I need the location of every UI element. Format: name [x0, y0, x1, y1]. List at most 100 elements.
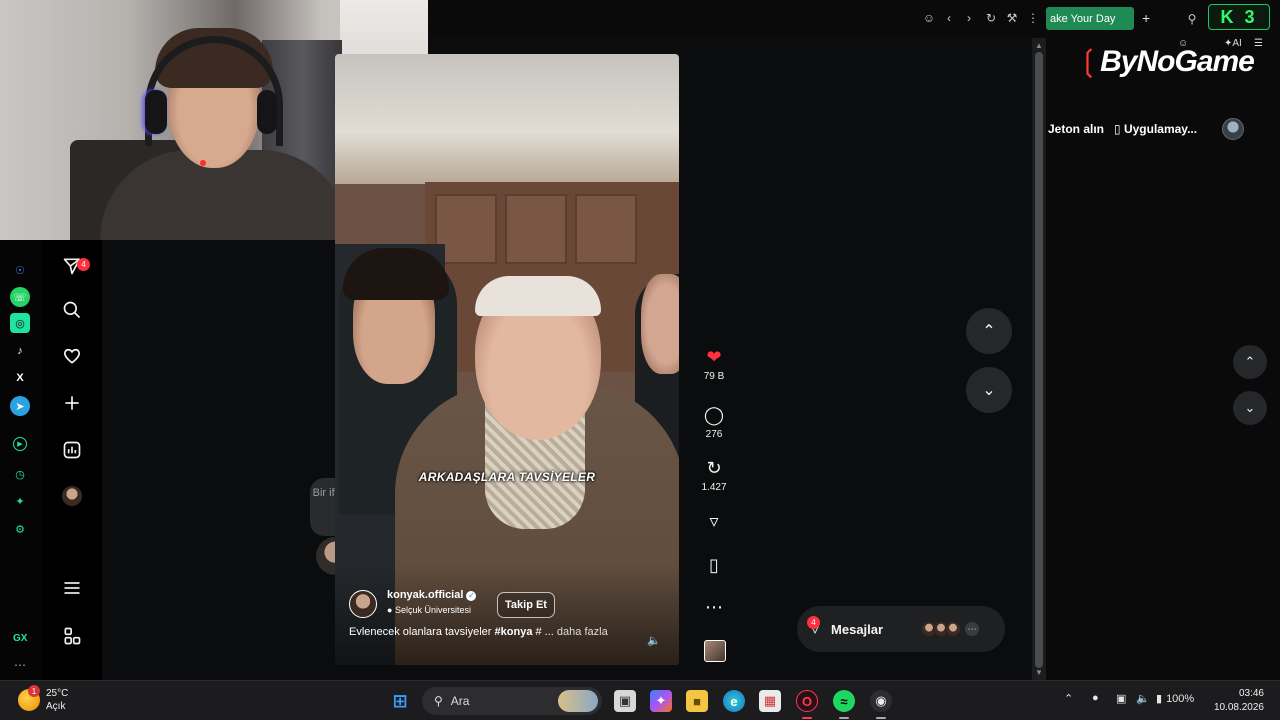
nav-search[interactable] [60, 298, 84, 322]
author-name[interactable]: konyak.official ✓ [387, 589, 477, 601]
hamburger-icon[interactable]: ☰ [1254, 38, 1263, 49]
battery-icon[interactable]: ▮ 100% [1156, 692, 1194, 705]
search-placeholder: Ara [450, 694, 470, 708]
like-count: 79 B [703, 371, 725, 382]
clock[interactable]: 03:46 10.08.2026 [1200, 687, 1264, 715]
spotify-icon[interactable]: ≈ [833, 690, 855, 712]
x-icon[interactable]: X [10, 368, 30, 388]
search-icon[interactable]: ⚲ [1185, 12, 1199, 26]
more-dots-icon[interactable]: ⋯ [14, 658, 27, 672]
location[interactable]: ● Selçuk Üniversitesi [387, 605, 471, 615]
reel-video[interactable]: ARKADAŞLARA TAVSİYELER konyak.official ✓ … [335, 54, 679, 665]
follow-button[interactable]: Takip Et [497, 592, 555, 618]
messages-badge: 4 [807, 616, 820, 629]
running-app-indicator [876, 717, 886, 719]
more-dots-icon: ⋯ [965, 622, 980, 636]
profile-avatar [62, 486, 82, 506]
chevron-down-icon: ⌄ [982, 382, 996, 399]
video-caption: ARKADAŞLARA TAVSİYELER [418, 470, 596, 484]
panel-up-button[interactable]: ⌃ [1233, 345, 1267, 379]
copilot-icon[interactable]: ✦ [650, 690, 672, 712]
scrollbar[interactable]: ▲ ▼ [1032, 38, 1046, 680]
heart-icon [63, 348, 81, 364]
scroll-up-icon[interactable]: ▲ [1035, 41, 1043, 50]
chevron-up-icon[interactable]: ⌃ [1064, 692, 1073, 705]
file-explorer-icon[interactable]: ■ [686, 690, 708, 712]
previous-reel-button[interactable]: ⌃ [966, 308, 1012, 354]
webcam-mic-light [200, 160, 206, 166]
new-tab-icon[interactable]: + [1142, 10, 1150, 26]
panel-down-button[interactable]: ⌄ [1233, 391, 1267, 425]
player-icon[interactable]: ▶ [13, 437, 27, 451]
forward-icon[interactable]: › [962, 11, 976, 25]
back-icon[interactable]: ‹ [942, 11, 956, 25]
taskbar-search[interactable]: ⚲ Ara [422, 687, 602, 715]
nav-messages[interactable]: 4 [60, 254, 90, 278]
description-text: Evlenecek olanlara tavsiyeler [349, 626, 495, 638]
obs-icon[interactable]: ◉ [870, 690, 892, 712]
repost-icon: ↻ [706, 458, 722, 478]
pin-icon[interactable]: ⚒ [1005, 11, 1019, 25]
task-view-icon[interactable]: ▣ [614, 690, 636, 712]
like-action[interactable]: ❤ 79 B [696, 346, 732, 382]
hamburger-icon [64, 582, 80, 594]
volume-icon[interactable]: 🔈 [647, 634, 661, 647]
video-ceiling [335, 54, 679, 184]
windows-start-icon[interactable]: ⊞ [389, 690, 411, 712]
side-panel: ☺ ✦AI ☰ ❲ByNoGame Jeton alın ▯ Uygulamay… [1046, 38, 1280, 680]
menu-dots-icon[interactable]: ⋮ [1026, 11, 1040, 25]
time: 03:46 [1238, 688, 1264, 699]
more-link[interactable]: daha fazla [557, 626, 608, 638]
messenger-icon[interactable]: ☉ [10, 260, 30, 280]
nav-dashboard[interactable] [60, 438, 84, 462]
audio-thumbnail[interactable] [704, 640, 726, 662]
telegram-icon[interactable]: ➤ [10, 396, 30, 416]
microphone-icon[interactable]: ● [1092, 692, 1099, 704]
more-action[interactable]: ⋯ [696, 596, 732, 618]
nav-notifications[interactable] [60, 344, 84, 368]
weather-widget[interactable]: 1 25°C Açık [18, 685, 68, 713]
repost-action[interactable]: ↻ 1.427 [696, 457, 732, 493]
chevron-up-icon: ⌃ [1244, 354, 1256, 369]
edge-icon[interactable]: e [723, 690, 745, 712]
save-action[interactable]: ▯ [696, 554, 732, 576]
history-icon[interactable]: ◷ [10, 464, 30, 484]
nav-create[interactable] [60, 391, 84, 415]
messages-bar[interactable]: ▿ 4 Mesajlar ⋯ [797, 606, 1005, 652]
active-tab[interactable]: ake Your Day [1046, 7, 1134, 30]
battery-level: 100% [1166, 693, 1195, 705]
search-icon: ⚲ [434, 694, 443, 708]
tiktok-icon[interactable]: ♪ [10, 341, 30, 361]
whatsapp-icon[interactable]: ☏ [10, 287, 30, 307]
windows-taskbar: 1 25°C Açık ⊞ ⚲ Ara ▣ ✦ ■ e ▦ O ≈ ◉ ⌃ ● … [0, 680, 1280, 720]
instagram-icon[interactable]: ◎ [10, 313, 30, 333]
extensions-icon[interactable]: ✦ [10, 491, 30, 511]
comment-action[interactable]: ◯ 276 [696, 404, 732, 440]
volume-icon[interactable]: 🔈 [1136, 692, 1150, 705]
description-hashtag[interactable]: #konya [495, 626, 533, 638]
emoji-icon[interactable]: ☺ [922, 11, 936, 25]
reload-icon[interactable]: ↻ [984, 11, 998, 25]
nav-more[interactable] [60, 576, 84, 600]
get-tokens-link[interactable]: Jeton alın [1048, 122, 1104, 136]
app-link[interactable]: ▯ Uygulamay... [1114, 122, 1197, 136]
description[interactable]: Evlenecek olanlara tavsiyeler #konya # .… [349, 626, 608, 638]
scrollbar-thumb[interactable] [1035, 52, 1043, 668]
messages-badge: 4 [77, 258, 90, 271]
chevron-down-icon: ⌄ [1244, 400, 1256, 415]
share-action[interactable]: ▿ [696, 510, 732, 532]
store-icon[interactable]: ▦ [759, 690, 781, 712]
share-icon: ▿ [709, 511, 719, 531]
scroll-down-icon[interactable]: ▼ [1035, 668, 1043, 677]
weather-badge: 1 [28, 685, 40, 697]
next-reel-button[interactable]: ⌄ [966, 367, 1012, 413]
search-icon [63, 301, 81, 319]
avatar[interactable] [1222, 118, 1244, 140]
nav-profile[interactable] [60, 484, 84, 508]
nav-apps[interactable] [60, 624, 84, 648]
bynogame-logo[interactable]: ❲ByNoGame [1076, 44, 1255, 79]
opera-gx-icon[interactable]: O [796, 690, 818, 712]
author-avatar[interactable] [349, 590, 377, 618]
network-icon[interactable]: ▣ [1116, 692, 1126, 705]
settings-icon[interactable]: ⚙ [10, 519, 30, 539]
